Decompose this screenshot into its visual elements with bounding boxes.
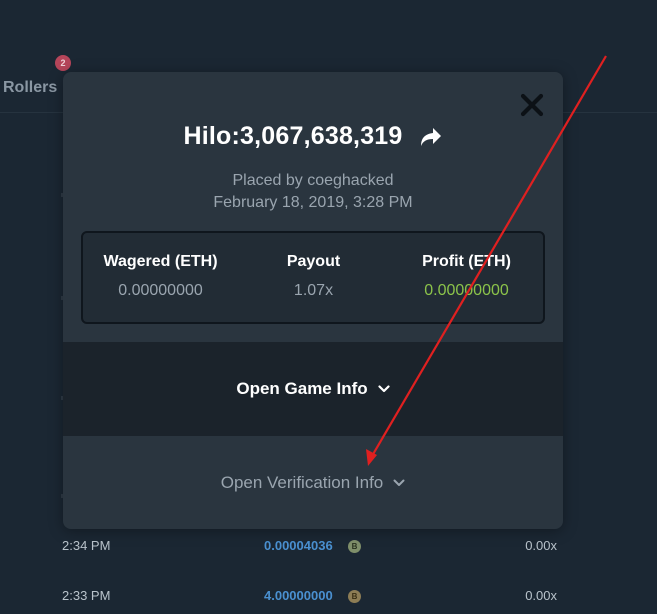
open-verification-info-label: Open Verification Info: [220, 473, 384, 492]
tab-badge: 2: [55, 55, 71, 71]
bet-details-modal: Hilo:3,067,638,319 Placed by coeghacked …: [63, 72, 563, 529]
table-row[interactable]: 2:33 PM 4.00000000 B 0.00x: [0, 588, 657, 608]
row-amount-link[interactable]: 4.00000000: [264, 588, 333, 603]
close-icon[interactable]: [519, 92, 545, 118]
row-multiplier: 0.00x: [525, 588, 557, 603]
bet-date: February 18, 2019, 3:28 PM: [213, 194, 413, 211]
stat-profit: Profit (ETH) 0.00000000: [390, 253, 543, 300]
wagered-value: 0.00000000: [118, 282, 203, 299]
close-button[interactable]: [519, 92, 545, 118]
tab-rollers[interactable]: Rollers: [3, 79, 57, 97]
wagered-label: Wagered (ETH): [103, 253, 218, 270]
chevron-down-icon: [378, 385, 390, 393]
row-time: 2:33 PM: [62, 588, 111, 603]
profit-label: Profit (ETH): [422, 253, 511, 270]
bet-stats-box: Wagered (ETH) 0.00000000 Payout 1.07x Pr…: [81, 231, 545, 324]
share-icon[interactable]: [419, 126, 443, 148]
coin-icon: B: [348, 540, 361, 553]
stat-wagered: Wagered (ETH) 0.00000000: [84, 253, 237, 300]
chevron-down-icon: [393, 479, 405, 486]
payout-label: Payout: [286, 253, 341, 270]
table-row[interactable]: 2:34 PM 0.00004036 B 0.00x: [0, 538, 657, 558]
stat-payout: Payout 1.07x: [237, 253, 390, 300]
open-verification-info-button[interactable]: Open Verification Info: [63, 473, 563, 493]
bet-title: Hilo:3,067,638,319: [183, 122, 403, 150]
share-button[interactable]: [419, 126, 443, 148]
payout-value: 1.07x: [293, 282, 334, 299]
open-game-info-label: Open Game Info: [236, 379, 368, 398]
row-amount-link[interactable]: 0.00004036: [264, 538, 333, 553]
coin-icon: B: [348, 590, 361, 603]
row-multiplier: 0.00x: [525, 538, 557, 553]
profit-value: 0.00000000: [424, 282, 509, 299]
placed-by-text: Placed by coeghacked: [232, 172, 394, 189]
open-game-info-button[interactable]: Open Game Info: [63, 379, 563, 399]
game-info-section: Open Game Info: [63, 342, 563, 436]
bet-title-row: Hilo:3,067,638,319: [63, 122, 563, 151]
row-time: 2:34 PM: [62, 538, 111, 553]
